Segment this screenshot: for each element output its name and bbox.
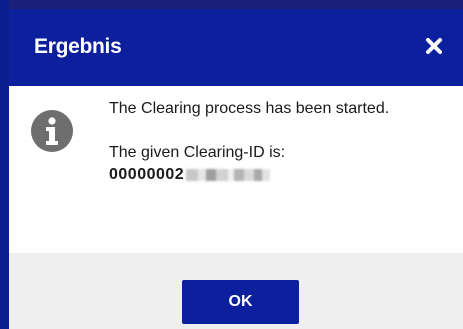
message-id-label: The given Clearing-ID is: — [109, 144, 286, 161]
dialog-message: The Clearing process has been started. T… — [109, 98, 429, 186]
dialog-title-bar: Ergebnis — [9, 9, 463, 86]
window-left-edge — [0, 0, 9, 329]
info-icon — [31, 110, 73, 152]
clearing-id-value: 00000002 — [109, 166, 185, 183]
ok-button[interactable]: OK — [182, 280, 299, 324]
dialog-title: Ergebnis — [34, 35, 122, 58]
message-status: The Clearing process has been started. — [109, 100, 390, 117]
result-dialog: Ergebnis The Clearing process has been s… — [0, 0, 463, 329]
dialog-footer: OK — [9, 253, 463, 329]
close-icon[interactable] — [425, 37, 443, 55]
clearing-id-row: 00000002 — [109, 164, 429, 186]
dialog-body: The Clearing process has been started. T… — [9, 86, 463, 253]
redacted-id-suffix — [186, 168, 271, 181]
window-top-edge — [0, 0, 463, 9]
